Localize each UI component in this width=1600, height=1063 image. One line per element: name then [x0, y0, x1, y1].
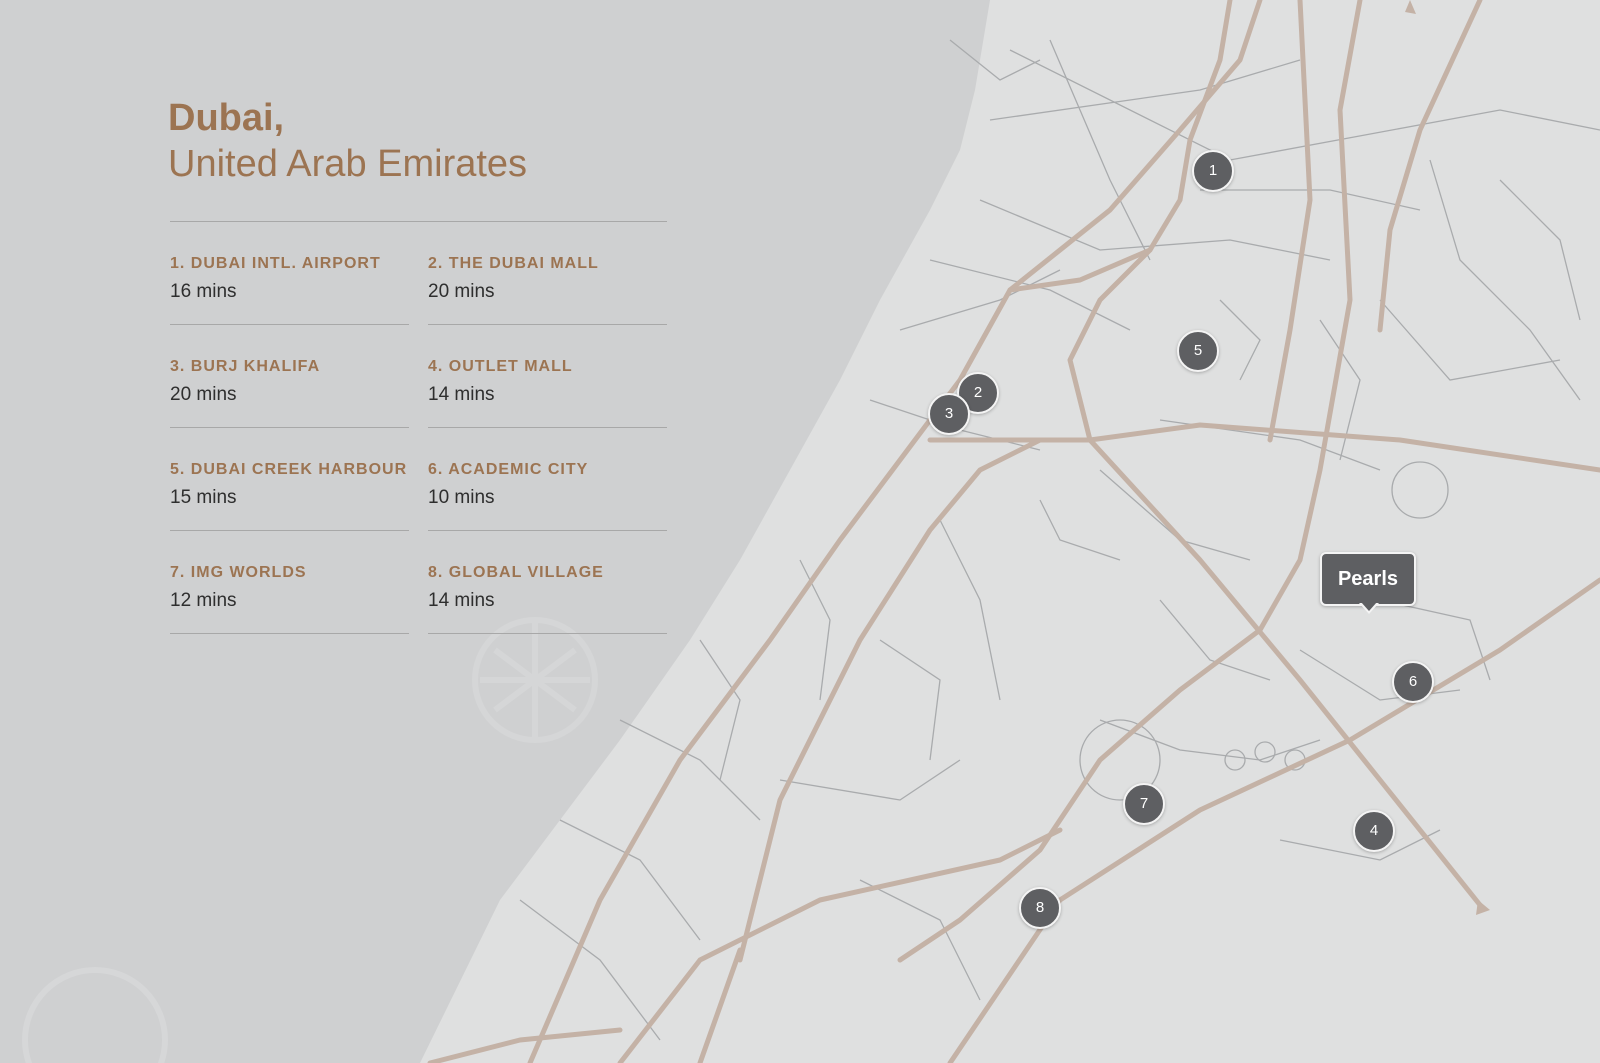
destination-item-img-worlds: 7. IMG WORLDS 12 mins [170, 531, 409, 634]
destination-name: 8. GLOBAL VILLAGE [428, 564, 604, 581]
project-location-pin[interactable]: Pearls [1320, 552, 1416, 606]
destination-time: 14 mins [428, 590, 495, 611]
location-heading: Dubai, United Arab Emirates [168, 96, 527, 188]
destination-time: 10 mins [428, 487, 495, 508]
destination-time: 12 mins [170, 590, 237, 611]
map-marker-7[interactable]: 7 [1123, 783, 1165, 825]
destination-name: 7. IMG WORLDS [170, 564, 307, 581]
pin-pointer-fill [1361, 602, 1377, 611]
destination-item-creek-harbour: 5. DUBAI CREEK HARBOUR 15 mins [170, 428, 409, 531]
destination-name: 5. DUBAI CREEK HARBOUR [170, 461, 408, 478]
map-marker-4[interactable]: 4 [1353, 810, 1395, 852]
destination-list: 1. DUBAI INTL. AIRPORT 16 mins 2. THE DU… [170, 222, 667, 634]
map-marker-5[interactable]: 5 [1177, 330, 1219, 372]
destination-time: 14 mins [428, 384, 495, 405]
destination-time: 20 mins [170, 384, 237, 405]
country-title: United Arab Emirates [168, 143, 528, 185]
destination-time: 20 mins [428, 281, 495, 302]
map-marker-8[interactable]: 8 [1019, 887, 1061, 929]
destination-item-airport: 1. DUBAI INTL. AIRPORT 16 mins [170, 222, 409, 325]
destination-name: 2. THE DUBAI MALL [428, 255, 599, 272]
map-marker-3[interactable]: 3 [928, 393, 970, 435]
destination-item-burj-khalifa: 3. BURJ KHALIFA 20 mins [170, 325, 409, 428]
destination-time: 15 mins [170, 487, 237, 508]
destination-name: 3. BURJ KHALIFA [170, 358, 321, 375]
map-marker-1[interactable]: 1 [1192, 150, 1234, 192]
destination-item-academic-city: 6. ACADEMIC CITY 10 mins [428, 428, 667, 531]
palm-island [472, 617, 598, 743]
city-title: Dubai, [168, 97, 285, 139]
destination-name: 6. ACADEMIC CITY [428, 461, 589, 478]
destination-name: 4. OUTLET MALL [428, 358, 573, 375]
destination-item-outlet-mall: 4. OUTLET MALL 14 mins [428, 325, 667, 428]
destination-time: 16 mins [170, 281, 237, 302]
destination-name: 1. DUBAI INTL. AIRPORT [170, 255, 381, 272]
destination-item-global-village: 8. GLOBAL VILLAGE 14 mins [428, 531, 667, 634]
map-marker-6[interactable]: 6 [1392, 661, 1434, 703]
destination-item-dubai-mall: 2. THE DUBAI MALL 20 mins [428, 222, 667, 325]
